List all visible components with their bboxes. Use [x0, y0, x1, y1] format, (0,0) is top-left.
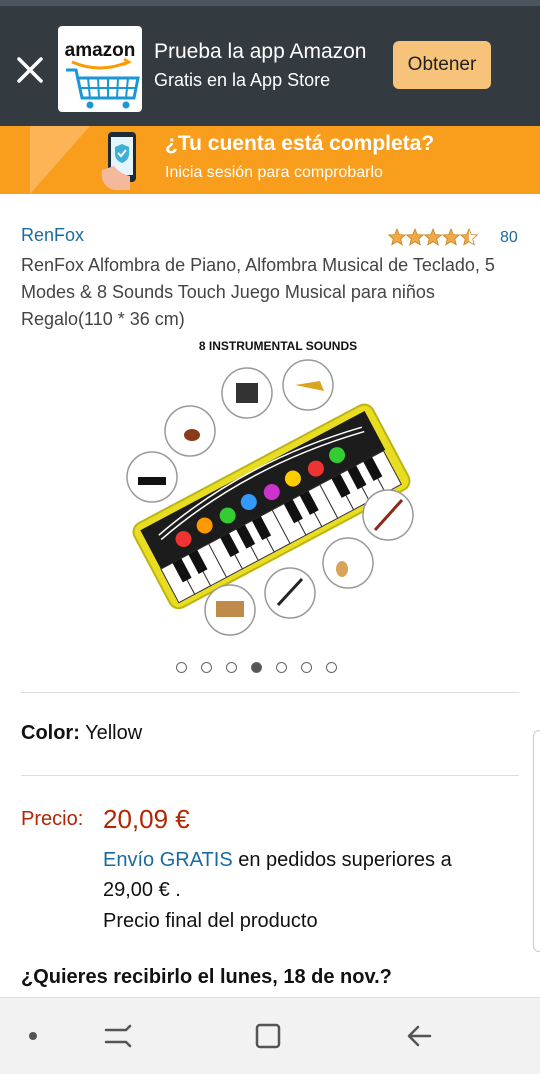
banner-subtitle: Gratis en la App Store: [154, 70, 331, 90]
back-icon[interactable]: [400, 1016, 440, 1056]
promo-title: ¿Tu cuenta está completa?: [165, 132, 435, 155]
promo-subtitle: Inicia sesión para comprobarlo: [165, 164, 383, 181]
price-value: 20,09 €: [103, 804, 190, 834]
final-price-note: Precio final del producto: [103, 910, 318, 932]
app-banner: amazon Prueba la app Amazon Gratis en la…: [0, 6, 540, 126]
side-panel-handle[interactable]: [533, 730, 540, 952]
promo-stripe: [30, 126, 90, 194]
color-value: Yellow: [85, 722, 143, 744]
carousel-dot[interactable]: [176, 662, 187, 673]
carousel-dot[interactable]: [276, 662, 287, 673]
divider: [21, 692, 519, 693]
image-carousel-dots[interactable]: [176, 662, 337, 673]
product-image[interactable]: 8 INSTRUMENTAL SOUNDS: [120, 335, 420, 640]
carousel-dot[interactable]: [326, 662, 337, 673]
amazon-app-icon: amazon: [58, 26, 142, 112]
price-label: Precio:: [21, 808, 84, 830]
android-nav-bar: [0, 997, 540, 1074]
shipping-info: Envío GRATIS en pedidos superiores a 29,…: [103, 845, 503, 905]
free-shipping-link[interactable]: Envío GRATIS: [103, 849, 233, 871]
banner-title: Prueba la app Amazon: [154, 40, 367, 63]
divider: [21, 775, 519, 776]
home-icon[interactable]: [248, 1016, 288, 1056]
svg-text:amazon: amazon: [65, 40, 136, 61]
brand-link[interactable]: RenFox: [21, 225, 84, 246]
carousel-dot[interactable]: [201, 662, 212, 673]
color-selection: Color: Yellow: [21, 722, 142, 745]
carousel-dot[interactable]: [301, 662, 312, 673]
recent-apps-icon[interactable]: [98, 1016, 138, 1056]
sign-in-promo[interactable]: ¿Tu cuenta está completa? Inicia sesión …: [0, 126, 540, 194]
carousel-dot[interactable]: [226, 662, 237, 673]
rating-stars[interactable]: [388, 226, 482, 248]
color-label: Color:: [21, 722, 80, 744]
rating-count[interactable]: 80: [500, 229, 518, 247]
carousel-dot-active[interactable]: [251, 662, 262, 673]
product-title: RenFox Alfombra de Piano, Alfombra Music…: [21, 255, 495, 329]
phone-shield-icon: [101, 132, 136, 190]
delivery-question: ¿Quieres recibirlo el lunes, 18 de nov.?: [21, 966, 392, 988]
close-icon[interactable]: [14, 54, 46, 86]
nav-dot-icon[interactable]: [13, 1016, 53, 1056]
get-app-button[interactable]: Obtener: [393, 41, 491, 89]
image-caption: 8 INSTRUMENTAL SOUNDS: [199, 339, 357, 353]
